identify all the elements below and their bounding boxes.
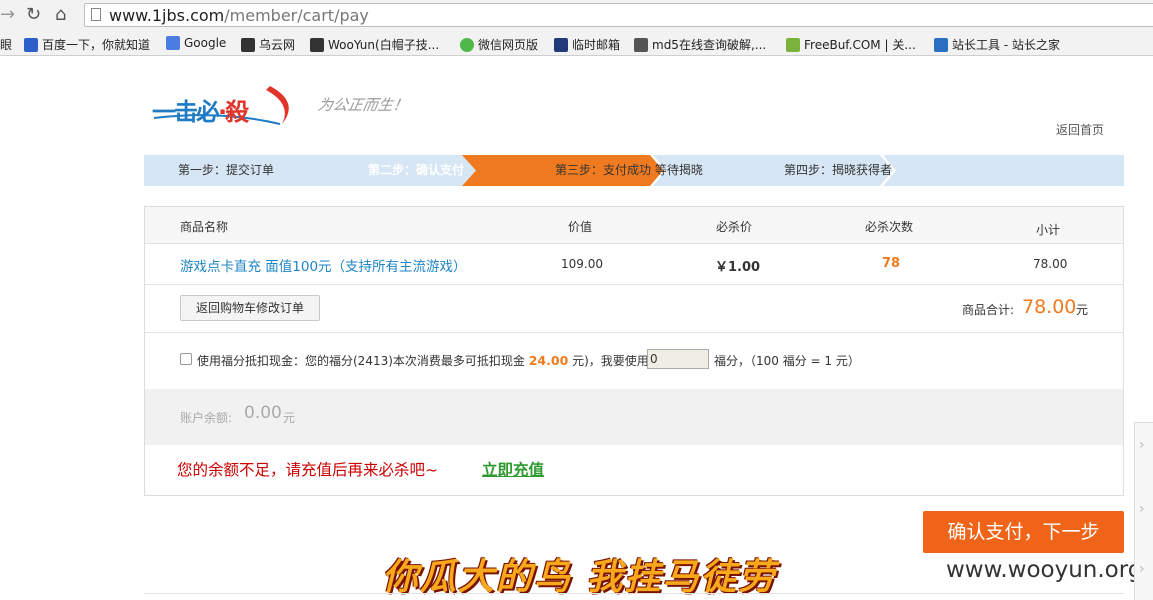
order-box: 商品名称 价值 必杀价 必杀次数 小计 游戏点卡直充 面值100元（支持所有主流… [144, 206, 1124, 496]
baidu-icon [24, 38, 38, 52]
bookmark-item[interactable]: 站长工具 - 站长之家 [934, 36, 1060, 52]
freebuf-icon [786, 38, 800, 52]
chinaz-icon [934, 38, 948, 52]
balance-label: 账户余额: [180, 411, 233, 425]
col-count: 必杀次数 [865, 220, 914, 234]
table-row: 游戏点卡直充 面值100元（支持所有主流游戏） 109.00 ￥1.00 78 … [145, 244, 1123, 285]
step-2-active: 第二步：确认支付 [368, 163, 465, 177]
checkout-steps: 第一步：提交订单 第二步：确认支付 第三步：支付成功 等待揭晓 第四步：揭晓获得… [144, 155, 1124, 186]
warning-row: 您的余额不足，请充值后再来必杀吧~ 立即充值 [145, 445, 1123, 495]
col-subtotal: 小计 [1036, 223, 1061, 237]
site-slogan: 为公正而生！ [316, 96, 410, 114]
balance-unit: 元 [283, 411, 296, 425]
bookmark-item[interactable]: Google [166, 36, 226, 52]
product-count: 78 [882, 256, 901, 271]
product-link[interactable]: 游戏点卡直充 面值100元（支持所有主流游戏） [180, 255, 467, 275]
col-price: 必杀价 [716, 220, 753, 234]
bookmark-item[interactable]: WooYun(白帽子技... [310, 36, 439, 52]
col-value: 价值 [568, 220, 593, 234]
side-arrow-icon: › [1139, 501, 1145, 517]
bookmark-item[interactable]: 微信网页版 [460, 36, 538, 52]
product-value: 109.00 [561, 257, 603, 271]
total-label: 商品合计: [962, 303, 1015, 317]
grid-icon [634, 38, 648, 52]
divider [144, 593, 1124, 594]
table-header: 商品名称 价值 必杀价 必杀次数 小计 [145, 207, 1123, 244]
side-arrow-icon: › [1139, 437, 1145, 453]
home-icon[interactable]: ⌂ [55, 5, 66, 25]
points-input[interactable]: 0 [647, 349, 709, 369]
bookmark-item[interactable]: FreeBuf.COM | 关... [786, 36, 916, 52]
bookmark-item[interactable]: md5在线查询破解,... [634, 36, 766, 52]
balance-row: 账户余额: 0.00 元 [145, 389, 1123, 445]
recharge-link[interactable]: 立即充值 [482, 458, 544, 480]
step-1: 第一步：提交订单 [178, 163, 275, 177]
watermark: www.wooyun.org [946, 557, 1143, 583]
back-to-cart-button[interactable]: 返回购物车修改订单 [180, 295, 320, 321]
product-price: ￥1.00 [715, 260, 761, 275]
step-3: 第三步：支付成功 等待揭晓 [555, 163, 703, 177]
wechat-icon [460, 38, 474, 52]
reload-icon[interactable]: ↻ [26, 5, 41, 25]
site-logo[interactable]: 一击必·殺 [150, 80, 300, 132]
side-arrow-icon: › [1139, 561, 1145, 577]
col-product-name: 商品名称 [180, 220, 229, 234]
bookmark-item[interactable]: 百度一下，你就知道 [24, 36, 150, 52]
bookmark-item[interactable]: 临时邮箱 [554, 36, 620, 52]
address-bar[interactable]: www.1jbs.com/member/cart/pay [84, 3, 1153, 27]
points-text: 使用福分抵扣现金：您的福分(2413)本次消费最多可抵扣现金 24.00 元)，… [197, 353, 649, 368]
wooyun-icon [310, 38, 324, 52]
bookmarks-bar: 眼 百度一下，你就知道 Google 乌云网 WooYun(白帽子技... 微信… [0, 32, 1153, 56]
back-home-link[interactable]: 返回首页 [1056, 121, 1104, 138]
total-unit: 元 [1076, 303, 1089, 317]
product-subtotal: 78.00 [1033, 257, 1068, 271]
points-rate-text: 福分，（100 福分 = 1 元） [714, 354, 860, 368]
browser-toolbar: → ↻ ⌂ www.1jbs.com/member/cart/pay [0, 0, 1153, 32]
url-text[interactable]: www.1jbs.com/member/cart/pay [109, 6, 369, 25]
use-points-checkbox[interactable] [180, 353, 192, 365]
back-arrow-icon[interactable]: → [0, 5, 15, 25]
wooyun-icon [241, 38, 255, 52]
google-icon [166, 36, 180, 50]
balance-value: 0.00 [244, 403, 282, 423]
step-4: 第四步：揭晓获得者 [784, 163, 893, 177]
confirm-payment-button[interactable]: 确认支付，下一步 [923, 511, 1124, 553]
cart-summary-row: 返回购物车修改订单 商品合计: 78.00 元 [145, 285, 1123, 333]
bookmark-item[interactable]: 眼 [0, 36, 12, 52]
points-row: 使用福分抵扣现金：您的福分(2413)本次消费最多可抵扣现金 24.00 元)，… [145, 333, 1123, 389]
total-value: 78.00 [1022, 296, 1077, 318]
page-icon [91, 8, 101, 21]
insufficient-balance-message: 您的余额不足，请充值后再来必杀吧~ [177, 461, 438, 479]
side-float-widget[interactable]: › › › [1134, 422, 1153, 600]
mail-icon [554, 38, 568, 52]
bookmark-item[interactable]: 乌云网 [241, 36, 295, 52]
